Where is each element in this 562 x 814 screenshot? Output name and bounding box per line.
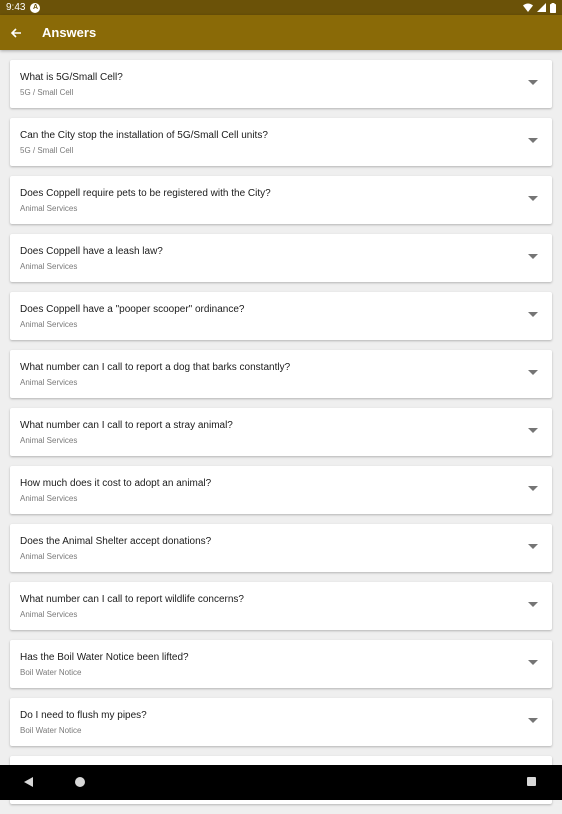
question-text: What number can I call to report a dog t… <box>20 362 291 373</box>
category-text: Animal Services <box>20 320 78 329</box>
chevron-down-icon[interactable] <box>528 196 538 201</box>
battery-icon <box>550 2 556 13</box>
list-item[interactable]: How much does it cost to adopt an animal… <box>10 466 552 514</box>
category-text: Animal Services <box>20 552 78 561</box>
category-text: Animal Services <box>20 436 78 445</box>
chevron-down-icon[interactable] <box>528 312 538 317</box>
list-item[interactable]: Does Coppell have a "pooper scooper" ord… <box>10 292 552 340</box>
chevron-down-icon[interactable] <box>528 80 538 85</box>
status-icons <box>523 2 556 13</box>
question-text: Can the City stop the installation of 5G… <box>20 130 268 141</box>
category-text: Animal Services <box>20 262 78 271</box>
wifi-icon <box>523 3 533 12</box>
category-text: Animal Services <box>20 204 78 213</box>
question-text: What is 5G/Small Cell? <box>20 72 123 83</box>
category-text: 5G / Small Cell <box>20 88 74 97</box>
list-item[interactable]: Does Coppell require pets to be register… <box>10 176 552 224</box>
category-text: Animal Services <box>20 494 78 503</box>
list-item[interactable]: What number can I call to report wildlif… <box>10 582 552 630</box>
question-text: Does Coppell have a "pooper scooper" ord… <box>20 304 245 315</box>
category-text: 5G / Small Cell <box>20 146 74 155</box>
chevron-down-icon[interactable] <box>528 660 538 665</box>
list-item[interactable]: What is 5G/Small Cell? 5G / Small Cell <box>10 60 552 108</box>
status-time: 9:43 <box>6 2 26 13</box>
list-item[interactable]: Has the Boil Water Notice been lifted? B… <box>10 640 552 688</box>
system-nav-bar <box>0 765 562 800</box>
question-text: Do I need to flush my pipes? <box>20 710 147 721</box>
chevron-down-icon[interactable] <box>528 602 538 607</box>
chevron-down-icon[interactable] <box>528 138 538 143</box>
chevron-down-icon[interactable] <box>528 370 538 375</box>
question-text: How much does it cost to adopt an animal… <box>20 478 212 489</box>
nav-recents-icon[interactable] <box>527 777 536 786</box>
chevron-down-icon[interactable] <box>528 428 538 433</box>
question-text: What number can I call to report wildlif… <box>20 594 244 605</box>
category-text: Animal Services <box>20 610 78 619</box>
notification-a-icon: A <box>30 2 41 13</box>
list-item[interactable]: Does Coppell have a leash law? Animal Se… <box>10 234 552 282</box>
chevron-down-icon[interactable] <box>528 486 538 491</box>
list-item[interactable]: What number can I call to report a dog t… <box>10 350 552 398</box>
list-item[interactable]: What number can I call to report a stray… <box>10 408 552 456</box>
nav-home-icon[interactable] <box>75 777 85 787</box>
list-item[interactable]: Can the City stop the installation of 5G… <box>10 118 552 166</box>
list-item[interactable]: Do I need to flush my pipes? Boil Water … <box>10 698 552 746</box>
chevron-down-icon[interactable] <box>528 544 538 549</box>
list-item[interactable]: Does the Animal Shelter accept donations… <box>10 524 552 572</box>
chevron-down-icon[interactable] <box>528 718 538 723</box>
chevron-down-icon[interactable] <box>528 254 538 259</box>
signal-icon <box>537 3 546 12</box>
category-text: Boil Water Notice <box>20 668 82 677</box>
question-text: Does the Animal Shelter accept donations… <box>20 536 212 547</box>
page-title: Answers <box>42 25 97 40</box>
arrow-left-icon <box>10 27 21 38</box>
nav-back-icon[interactable] <box>24 777 33 787</box>
question-text: Does Coppell require pets to be register… <box>20 188 271 199</box>
category-text: Animal Services <box>20 378 78 387</box>
status-bar: 9:43 A <box>0 0 562 15</box>
category-text: Boil Water Notice <box>20 726 82 735</box>
question-text: What number can I call to report a stray… <box>20 420 233 431</box>
app-bar: Answers <box>0 15 562 50</box>
back-button[interactable] <box>0 15 32 50</box>
question-text: Does Coppell have a leash law? <box>20 246 163 257</box>
answers-list: What is 5G/Small Cell? 5G / Small Cell C… <box>10 60 552 814</box>
question-text: Has the Boil Water Notice been lifted? <box>20 652 189 663</box>
